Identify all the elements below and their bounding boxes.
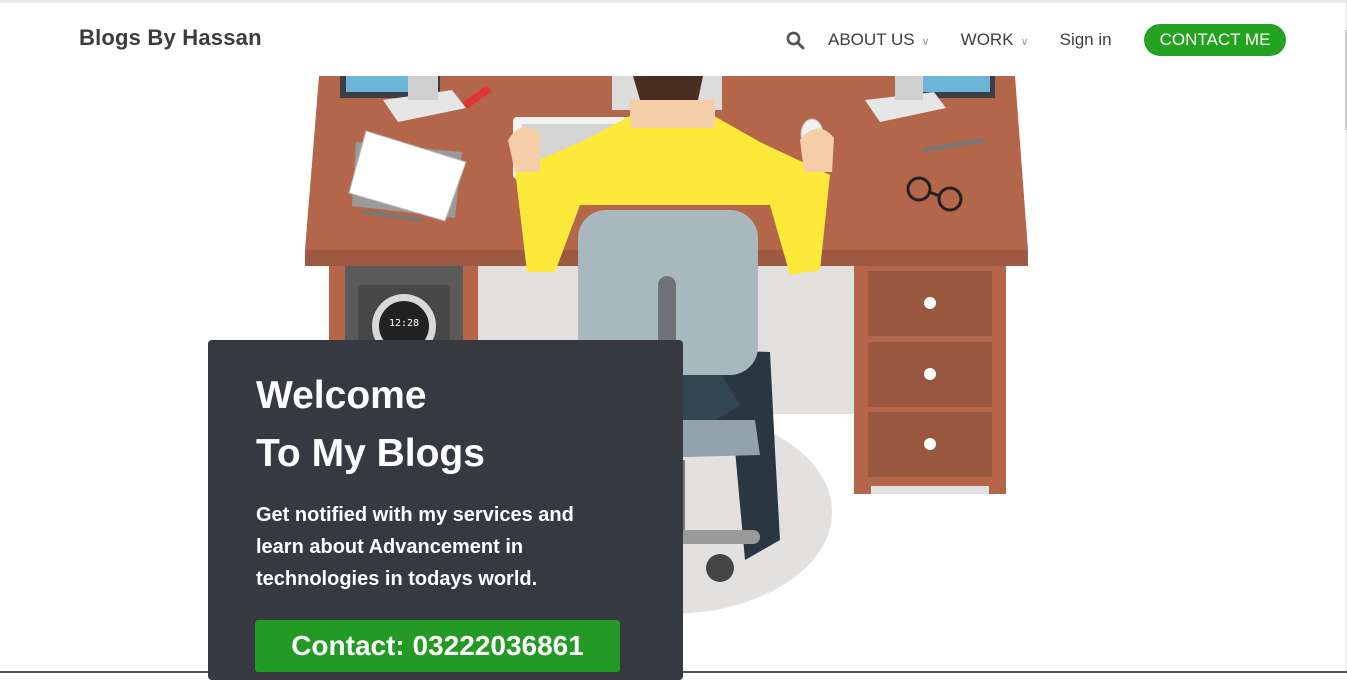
clock-readout: 12:28 <box>389 318 419 329</box>
hero-title: Welcome To My Blogs <box>256 367 485 483</box>
chevron-down-icon: ∨ <box>921 35 930 48</box>
main-nav: ABOUT US ∨ WORK ∨ Sign in CONTACT ME <box>786 24 1287 56</box>
hero-title-line2: To My Blogs <box>256 432 485 475</box>
nav-about-us[interactable]: ABOUT US ∨ <box>828 30 930 50</box>
sign-in-label: Sign in <box>1059 30 1112 49</box>
welcome-card: Welcome To My Blogs Get notified with my… <box>208 340 683 680</box>
contact-phone-button[interactable]: Contact: 03222036861 <box>255 620 620 672</box>
nav-work[interactable]: WORK ∨ <box>961 30 1029 50</box>
site-brand[interactable]: Blogs By Hassan <box>79 25 262 51</box>
nav-work-label: WORK <box>960 30 1014 49</box>
hero-title-line1: Welcome <box>256 374 427 417</box>
nav-about-us-label: ABOUT US <box>828 30 915 49</box>
sign-in-link[interactable]: Sign in <box>1060 30 1112 50</box>
chevron-down-icon: ∨ <box>1020 35 1029 48</box>
contact-me-button[interactable]: CONTACT ME <box>1143 24 1287 56</box>
search-icon[interactable] <box>786 30 806 50</box>
site-header: Blogs By Hassan ABOUT US ∨ WORK ∨ Sign i… <box>0 3 1345 76</box>
hero-description: Get notified with my services and learn … <box>256 504 574 590</box>
